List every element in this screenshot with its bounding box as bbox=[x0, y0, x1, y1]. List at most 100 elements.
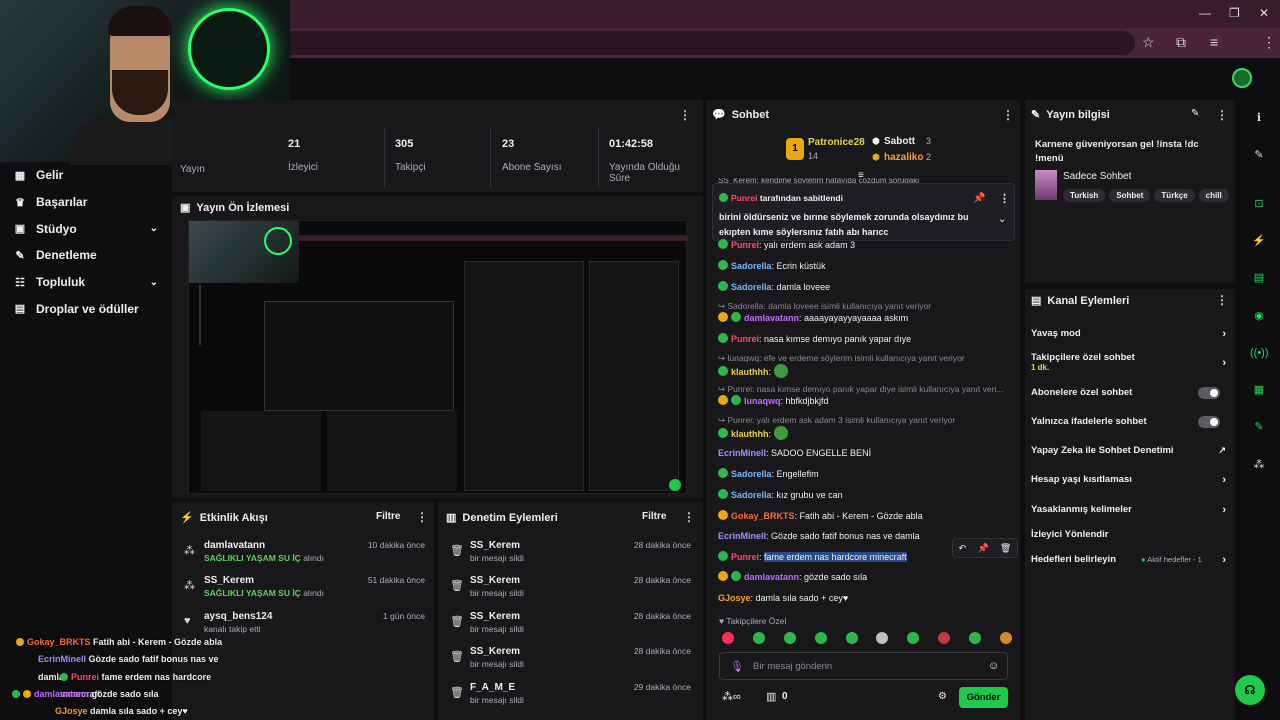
minimize-icon[interactable]: — bbox=[1199, 6, 1211, 20]
action-goals[interactable]: Hedefleri belirleyin ● Aktif hedefler - 1… bbox=[1031, 554, 1226, 566]
event-user[interactable]: aysq_bens124 bbox=[204, 611, 272, 622]
pin-icon[interactable]: 📌 bbox=[977, 543, 988, 554]
chat-username[interactable]: damlavatann bbox=[744, 572, 799, 582]
action-banned-words[interactable]: Yasaklanmış kelimeler › bbox=[1031, 504, 1226, 516]
action-ai-moderation[interactable]: Yapay Zeka ile Sohbet Denetimi ↗ bbox=[1031, 445, 1226, 456]
send-button[interactable]: Gönder bbox=[959, 687, 1008, 708]
chat-username[interactable]: Punrei bbox=[731, 552, 759, 562]
action-slow-mode[interactable]: Yavaş mod › bbox=[1031, 328, 1226, 340]
chat-icon[interactable]: ◉ bbox=[1250, 307, 1268, 325]
browser-menu-icon[interactable]: ⋮ bbox=[1262, 34, 1276, 51]
sidebar-item-topluluk[interactable]: ☷ Topluluk ⌄ bbox=[0, 269, 172, 296]
chat-username[interactable]: Sadorella bbox=[731, 261, 772, 271]
emote-icon[interactable] bbox=[783, 632, 796, 644]
category-name[interactable]: Sadece Sohbet bbox=[1063, 171, 1131, 182]
pin-icon[interactable]: 📌 bbox=[973, 193, 985, 204]
toggle-switch[interactable] bbox=[1198, 416, 1220, 428]
sidebar-item-studyo[interactable]: ▣ Stüdyo ⌄ bbox=[0, 215, 172, 242]
wrench-icon[interactable]: ✎ bbox=[1250, 418, 1268, 436]
community-icon[interactable]: ⁂ bbox=[1250, 456, 1268, 474]
gift-icon[interactable]: ▥ bbox=[766, 690, 776, 703]
leaderboard-user[interactable]: Patronice28 bbox=[808, 137, 865, 148]
leaderboard-user[interactable]: hazaliko bbox=[884, 152, 923, 163]
emote-icon[interactable] bbox=[969, 632, 981, 644]
emote-icon[interactable] bbox=[814, 632, 827, 644]
event-user[interactable]: damlavatann bbox=[204, 540, 265, 551]
emoji-icon[interactable]: ☺ bbox=[988, 660, 999, 672]
leaderboard-user[interactable]: Sabott bbox=[884, 136, 915, 147]
pencil-icon[interactable]: ✎ bbox=[1250, 146, 1268, 164]
gear-icon[interactable]: ⚙ bbox=[938, 691, 947, 702]
event-user[interactable]: SS_Kerem bbox=[204, 575, 254, 586]
chat-username[interactable]: klauthhh bbox=[731, 429, 769, 439]
tag[interactable]: Turkish bbox=[1063, 189, 1106, 202]
chat-input[interactable]: 🎙 Bir mesaj gönderin ☺ bbox=[719, 652, 1008, 680]
edit-icon[interactable]: ✎ bbox=[1191, 108, 1199, 119]
camera-icon[interactable]: ⊡ bbox=[1250, 195, 1268, 213]
moderator-name[interactable]: SS_Kerem bbox=[470, 646, 520, 657]
more-options-icon[interactable]: ⋮ bbox=[683, 510, 695, 524]
tag[interactable]: Türkçe bbox=[1154, 189, 1195, 202]
sidebar-item-denetleme[interactable]: ✎ Denetleme bbox=[0, 242, 172, 269]
moderator-name[interactable]: SS_Kerem bbox=[470, 575, 520, 586]
category-thumbnail[interactable] bbox=[1035, 170, 1057, 200]
action-followers-only[interactable]: Takipçilere özel sohbet 1 dk. › bbox=[1031, 352, 1226, 372]
chat-username[interactable]: GJosye bbox=[718, 593, 751, 603]
help-button[interactable]: ☊ bbox=[1235, 675, 1265, 705]
sidebar-item-gelir[interactable]: ▦ Gelir bbox=[0, 162, 172, 189]
chevron-down-icon[interactable]: ⌄ bbox=[998, 214, 1006, 225]
chat-username[interactable]: EcrinMinell bbox=[718, 531, 766, 541]
action-raid[interactable]: İzleyici Yönlendir bbox=[1031, 529, 1226, 540]
info-icon[interactable]: ℹ bbox=[1250, 109, 1268, 127]
extensions-icon[interactable]: ⧉ bbox=[1176, 34, 1186, 51]
emote-icon[interactable] bbox=[876, 632, 889, 644]
chat-username[interactable]: Sadorella bbox=[731, 282, 772, 292]
emote-icon[interactable] bbox=[999, 632, 1012, 644]
bookmark-star-icon[interactable]: ☆ bbox=[1142, 34, 1155, 51]
sidebar-item-basarilar[interactable]: ♛ Başarılar bbox=[0, 189, 172, 216]
emote-icon[interactable] bbox=[752, 632, 765, 644]
maximize-icon[interactable]: ❐ bbox=[1229, 6, 1240, 20]
action-subscribers-only[interactable]: Abonelere özel sohbet bbox=[1031, 387, 1226, 399]
toggle-switch[interactable] bbox=[1198, 387, 1220, 399]
filter-button[interactable]: Filtre bbox=[376, 511, 400, 522]
microphone-icon[interactable]: 🎙 bbox=[730, 660, 744, 673]
delete-icon[interactable]: 🗑 bbox=[1000, 543, 1011, 554]
close-icon[interactable]: ✕ bbox=[1259, 6, 1269, 20]
chat-username[interactable]: Sadorella bbox=[731, 490, 772, 500]
action-emote-only[interactable]: Yalnızca ifadelerle sohbet bbox=[1031, 416, 1226, 428]
moderator-name[interactable]: SS_Kerem bbox=[470, 540, 520, 551]
emote-icon[interactable] bbox=[722, 632, 734, 644]
bolt-icon[interactable]: ⚡ bbox=[1250, 232, 1268, 250]
emote-icon[interactable] bbox=[845, 632, 858, 644]
chat-username[interactable]: Gokay_BRKTS bbox=[731, 511, 795, 521]
tag[interactable]: Sohbet bbox=[1109, 189, 1151, 202]
media-icon[interactable]: ≡ bbox=[1210, 34, 1218, 50]
more-options-icon[interactable]: ⋮ bbox=[679, 108, 691, 122]
more-options-icon[interactable]: ⋮ bbox=[416, 510, 428, 524]
reply-icon[interactable]: ↶ bbox=[959, 543, 967, 554]
stream-preview-video[interactable] bbox=[188, 220, 688, 494]
points-icon[interactable]: ⁂∞ bbox=[722, 690, 741, 703]
more-options-icon[interactable]: ⋮ bbox=[1216, 293, 1228, 307]
chat-username[interactable]: lunaqwq bbox=[744, 396, 781, 406]
emote-icon[interactable] bbox=[907, 632, 920, 644]
avatar[interactable] bbox=[1232, 68, 1252, 88]
chat-username[interactable]: Punrei bbox=[731, 240, 759, 250]
sidebar-item-droplar[interactable]: ▤ Droplar ve ödüller bbox=[0, 295, 172, 322]
layout-icon[interactable]: ▦ bbox=[1250, 381, 1268, 399]
more-options-icon[interactable]: ⋮ bbox=[999, 192, 1010, 205]
moderator-name[interactable]: F_A_M_E bbox=[470, 682, 515, 693]
filter-button[interactable]: Filtre bbox=[642, 511, 666, 522]
chat-username[interactable]: Punrei bbox=[731, 334, 759, 344]
action-account-age[interactable]: Hesap yaşı kısıtlaması › bbox=[1031, 474, 1226, 486]
chat-username[interactable]: damlavatann bbox=[744, 313, 799, 323]
chat-username[interactable]: klauthhh bbox=[731, 367, 769, 377]
more-options-icon[interactable]: ⋮ bbox=[1216, 108, 1228, 122]
chat-username[interactable]: Sadorella bbox=[731, 469, 772, 479]
more-options-icon[interactable]: ⋮ bbox=[1002, 108, 1014, 122]
broadcast-icon[interactable]: ((•)) bbox=[1250, 344, 1269, 362]
moderator-name[interactable]: SS_Kerem bbox=[470, 611, 520, 622]
document-icon[interactable]: ▤ bbox=[1250, 269, 1268, 287]
tag[interactable]: chill bbox=[1198, 189, 1229, 202]
